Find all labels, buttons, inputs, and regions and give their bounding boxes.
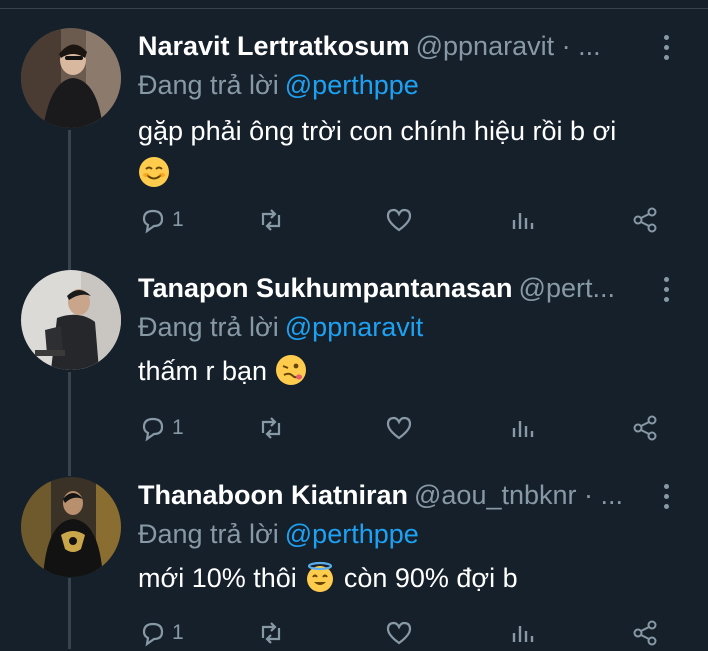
analytics-button[interactable] [508,202,538,238]
analytics-icon [512,213,534,229]
reply-button[interactable]: 1 [138,410,184,446]
replying-to: Đang trả lời @perthppe [138,517,419,551]
like-icon [386,621,412,645]
mention-link[interactable]: @ppnaravit [285,312,423,342]
halo-face-emoji [304,561,336,593]
reply-count: 1 [172,208,184,231]
tweet-text: thấm r bạn [138,352,307,390]
user-handle[interactable]: @aou_tnbknr · ... [414,480,623,510]
tweet-header: Naravit Lertratkosum @ppnaravit · ... [138,28,658,64]
display-name[interactable]: Tanapon Sukhumpantanasan [138,273,513,303]
like-button[interactable] [384,202,414,238]
tweet-text-body: gặp phải ông trời con chính hiệu rồi b ơ… [138,116,617,146]
woozy-face-emoji [275,354,307,386]
tweet-actions: 1 [138,615,668,651]
reply-prefix: Đang trả lời [138,519,279,549]
tweet-header: Tanapon Sukhumpantanasan @pert... [138,270,658,306]
like-icon [386,208,412,232]
tweet-text: mới 10% thôi còn 90% đợi b [138,559,518,597]
share-icon [633,415,657,441]
retweet-button[interactable] [256,410,286,446]
share-icon [633,620,657,646]
mention-link[interactable]: @perthppe [285,519,419,549]
share-button[interactable] [630,202,660,238]
like-button[interactable] [384,410,414,446]
user-handle[interactable]: @pert... [519,273,615,303]
top-divider [0,8,708,9]
user-handle[interactable]: @ppnaravit · ... [416,31,601,61]
more-icon[interactable] [656,272,676,306]
tweet-actions: 1 [138,410,668,446]
retweet-icon [261,622,281,644]
replying-to: Đang trả lời @perthppe [138,68,419,102]
tweet-text: gặp phải ông trời con chính hiệu rồi b ơ… [138,112,678,192]
tweet-text-after: còn 90% đợi b [343,563,518,593]
analytics-icon [512,421,534,437]
replying-to: Đang trả lời @ppnaravit [138,310,423,344]
smiling-face-emoji [138,156,170,188]
more-icon[interactable] [656,479,676,513]
tweet-text-before: mới 10% thôi [138,563,297,593]
analytics-button[interactable] [508,615,538,651]
tweet-text-body: thấm r bạn [138,356,268,386]
mention-link[interactable]: @perthppe [285,70,419,100]
reply-icon [142,209,164,234]
reply-prefix: Đang trả lời [138,70,279,100]
reply-count: 1 [172,621,184,644]
like-button[interactable] [384,615,414,651]
display-name[interactable]: Thanaboon Kiatniran [138,480,408,510]
tweet[interactable]: Tanapon Sukhumpantanasan @pert... Đang tr… [0,270,708,460]
avatar[interactable] [21,28,121,128]
tweet[interactable]: Thanaboon Kiatniran @aou_tnbknr · ... Đan… [0,477,708,649]
share-button[interactable] [630,410,660,446]
share-icon [633,207,657,233]
share-button[interactable] [630,615,660,651]
tweet-header: Thanaboon Kiatniran @aou_tnbknr · ... [138,477,658,513]
tweet[interactable]: Naravit Lertratkosum @ppnaravit · ... Đan… [0,28,708,258]
retweet-button[interactable] [256,615,286,651]
reply-count: 1 [172,416,184,439]
analytics-icon [512,626,534,642]
more-icon[interactable] [656,30,676,64]
reply-button[interactable]: 1 [138,202,184,238]
retweet-icon [261,417,281,439]
like-icon [386,416,412,440]
avatar[interactable] [21,270,121,370]
analytics-button[interactable] [508,410,538,446]
retweet-icon [261,209,281,231]
reply-icon [142,417,164,442]
retweet-button[interactable] [256,202,286,238]
avatar[interactable] [21,477,121,577]
reply-icon [142,622,164,647]
display-name[interactable]: Naravit Lertratkosum [138,31,410,61]
reply-prefix: Đang trả lời [138,312,279,342]
reply-button[interactable]: 1 [138,615,184,651]
tweet-actions: 1 [138,202,668,238]
